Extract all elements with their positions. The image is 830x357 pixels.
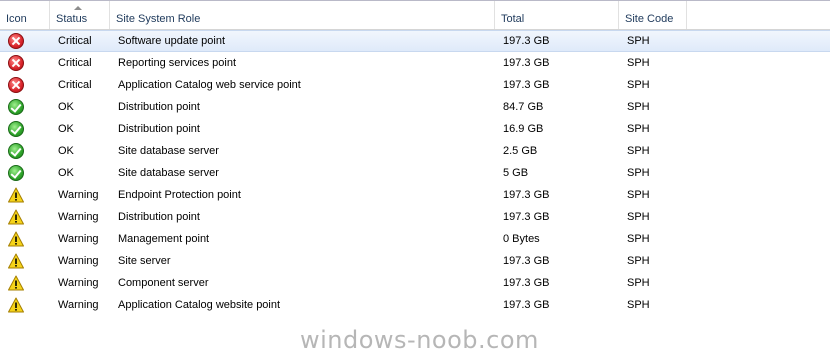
warning-icon xyxy=(8,187,24,203)
ok-icon xyxy=(8,165,24,181)
row-total: 197.3 GB xyxy=(503,211,550,223)
column-header-row: Icon Status Site System Role Total Site … xyxy=(0,1,830,30)
row-status: Critical xyxy=(58,35,92,47)
column-header-total[interactable]: Total xyxy=(495,1,619,29)
row-site-code: SPH xyxy=(627,167,650,179)
row-total: 5 GB xyxy=(503,167,529,179)
column-header-icon[interactable]: Icon xyxy=(0,1,50,29)
row-total: 197.3 GB xyxy=(503,255,550,267)
row-total: 197.3 GB xyxy=(503,189,550,201)
row-role: Software update point xyxy=(118,35,226,47)
sort-ascending-icon xyxy=(74,6,82,10)
row-site-code: SPH xyxy=(627,57,650,69)
row-site-code: SPH xyxy=(627,35,650,47)
watermark: windows-noob.com xyxy=(300,326,539,354)
table-row[interactable]: Warning Application Catalog website point… xyxy=(0,294,830,316)
row-role: Distribution point xyxy=(118,101,200,113)
row-status: OK xyxy=(58,123,74,135)
row-role: Application Catalog web service point xyxy=(118,79,301,91)
row-site-code: SPH xyxy=(627,211,650,223)
table-row[interactable]: OK Distribution point 84.7 GB SPH xyxy=(0,96,830,118)
row-site-code: SPH xyxy=(627,123,650,135)
row-status: OK xyxy=(58,167,74,179)
row-role: Distribution point xyxy=(118,211,200,223)
row-total: 197.3 GB xyxy=(503,35,550,47)
row-site-code: SPH xyxy=(627,255,650,267)
table-row[interactable]: OK Site database server 2.5 GB SPH xyxy=(0,140,830,162)
error-icon xyxy=(8,55,24,71)
table-row[interactable]: Warning Site server 197.3 GB SPH xyxy=(0,250,830,272)
ok-icon xyxy=(8,143,24,159)
row-role: Management point xyxy=(118,233,210,245)
row-status: Warning xyxy=(58,211,99,223)
row-status: Warning xyxy=(58,299,99,311)
warning-icon xyxy=(8,275,24,291)
table-row[interactable]: Warning Distribution point 197.3 GB SPH xyxy=(0,206,830,228)
row-role: Site database server xyxy=(118,167,219,179)
table-row[interactable]: Critical Application Catalog web service … xyxy=(0,74,830,96)
table-row[interactable]: Warning Component server 197.3 GB SPH xyxy=(0,272,830,294)
row-site-code: SPH xyxy=(627,79,650,91)
row-total: 84.7 GB xyxy=(503,101,544,113)
row-total: 197.3 GB xyxy=(503,277,550,289)
column-header-status[interactable]: Status xyxy=(50,1,110,29)
table-body: Critical Software update point 197.3 GB SPH… xyxy=(0,30,830,316)
table-row[interactable]: Warning Management point 0 Bytes SPH xyxy=(0,228,830,250)
column-header-site-code-label: Site Code xyxy=(625,13,674,25)
table-row[interactable]: OK Site database server 5 GB SPH xyxy=(0,162,830,184)
row-role: Endpoint Protection point xyxy=(118,189,241,201)
row-status: Critical xyxy=(58,79,92,91)
table-row[interactable]: Critical Reporting services point 197.3 GB… xyxy=(0,52,830,74)
warning-icon xyxy=(8,253,24,269)
table-row[interactable]: Warning Endpoint Protection point 197.3 GB… xyxy=(0,184,830,206)
row-role: Distribution point xyxy=(118,123,200,135)
column-header-role-label: Site System Role xyxy=(116,13,201,25)
row-total: 197.3 GB xyxy=(503,79,550,91)
row-site-code: SPH xyxy=(627,145,650,157)
row-role: Site server xyxy=(118,255,171,267)
row-site-code: SPH xyxy=(627,233,650,245)
row-role: Site database server xyxy=(118,145,219,157)
row-status: Critical xyxy=(58,57,92,69)
column-header-total-label: Total xyxy=(501,13,525,25)
ok-icon xyxy=(8,121,24,137)
warning-icon xyxy=(8,297,24,313)
error-icon xyxy=(8,33,24,53)
row-role: Reporting services point xyxy=(118,57,237,69)
table-row[interactable]: OK Distribution point 16.9 GB SPH xyxy=(0,118,830,140)
row-status: Warning xyxy=(58,233,99,245)
column-header-status-label: Status xyxy=(56,13,88,25)
row-total: 16.9 GB xyxy=(503,123,544,135)
row-total: 197.3 GB xyxy=(503,57,550,69)
site-status-grid[interactable]: Icon Status Site System Role Total Site … xyxy=(0,1,830,316)
row-site-code: SPH xyxy=(627,277,650,289)
row-role: Component server xyxy=(118,277,209,289)
row-site-code: SPH xyxy=(627,299,650,311)
row-total: 197.3 GB xyxy=(503,299,550,311)
row-total: 2.5 GB xyxy=(503,145,538,157)
warning-icon xyxy=(8,231,24,247)
row-site-code: SPH xyxy=(627,101,650,113)
row-status: OK xyxy=(58,145,74,157)
column-header-icon-label: Icon xyxy=(6,13,27,25)
column-header-site-code[interactable]: Site Code xyxy=(619,1,687,29)
error-icon xyxy=(8,77,24,93)
row-total: 0 Bytes xyxy=(503,233,540,245)
warning-icon xyxy=(8,209,24,225)
row-status: Warning xyxy=(58,189,99,201)
row-site-code: SPH xyxy=(627,189,650,201)
row-role: Application Catalog website point xyxy=(118,299,281,311)
column-header-role[interactable]: Site System Role xyxy=(110,1,495,29)
row-status: Warning xyxy=(58,277,99,289)
table-row[interactable]: Critical Software update point 197.3 GB SPH xyxy=(0,30,830,52)
ok-icon xyxy=(8,99,24,115)
row-status: Warning xyxy=(58,255,99,267)
row-status: OK xyxy=(58,101,74,113)
